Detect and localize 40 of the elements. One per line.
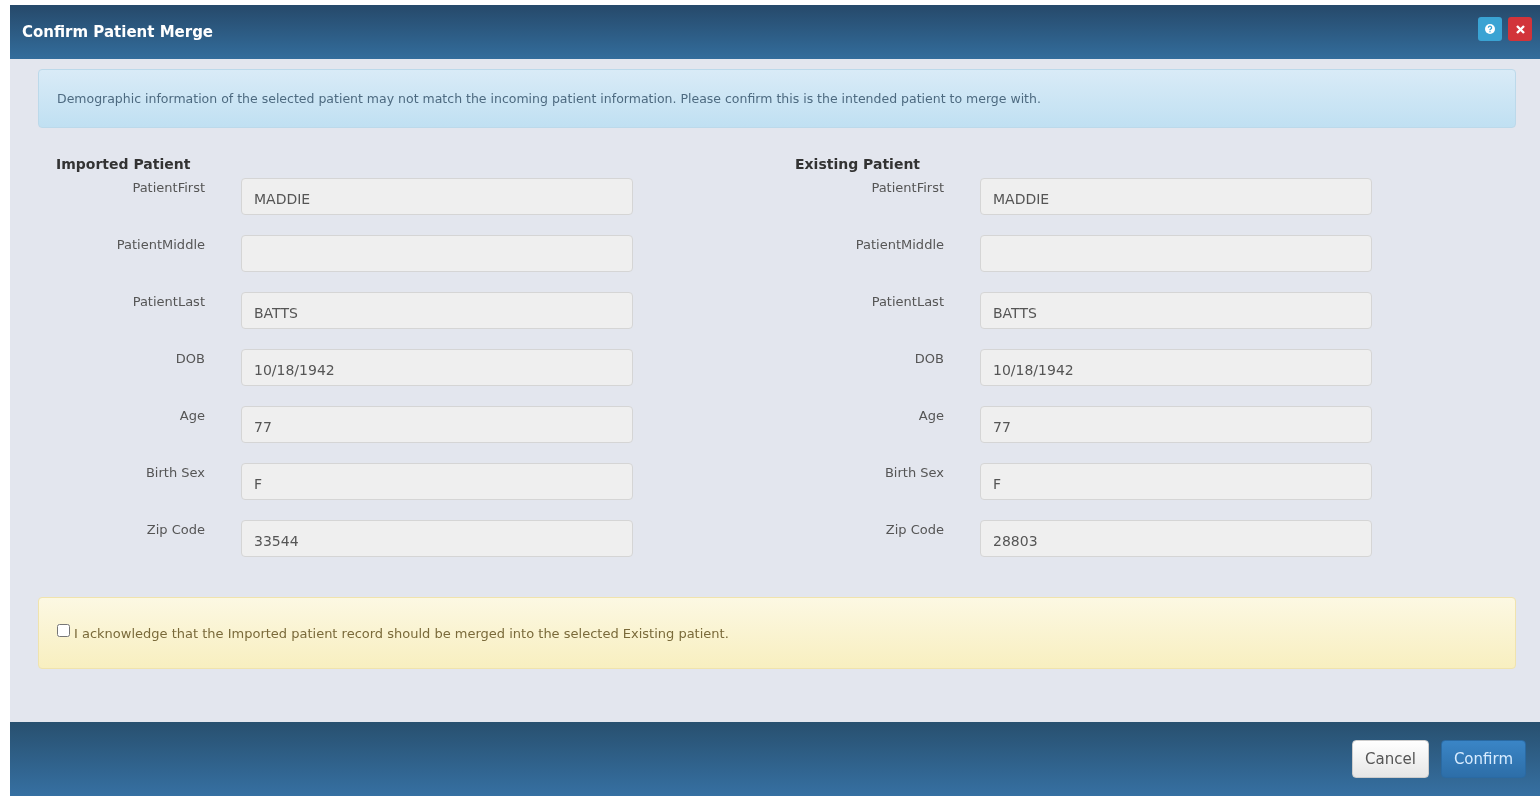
field-label: PatientMiddle — [854, 236, 944, 252]
cancel-button[interactable]: Cancel — [1352, 740, 1429, 778]
input-field[interactable]: 33544 — [241, 520, 633, 557]
field-label: PatientLast — [131, 293, 205, 309]
field-label: DOB — [174, 350, 205, 366]
input-field[interactable] — [241, 235, 633, 272]
input-field[interactable]: BATTS — [980, 292, 1372, 329]
input-field[interactable]: F — [980, 463, 1372, 500]
field-label: PatientMiddle — [115, 236, 205, 252]
section-heading: Existing Patient — [795, 156, 922, 174]
field-label: Age — [178, 407, 205, 423]
input-field[interactable] — [980, 235, 1372, 272]
help-button[interactable] — [1478, 17, 1502, 41]
field-label: Age — [917, 407, 944, 423]
section-heading: Imported Patient — [56, 156, 192, 174]
field-label: Birth Sex — [144, 464, 205, 480]
field-label: DOB — [913, 350, 944, 366]
confirm-button[interactable]: Confirm — [1440, 740, 1526, 778]
field-label: Birth Sex — [883, 464, 944, 480]
input-field[interactable]: F — [241, 463, 633, 500]
close-button[interactable] — [1508, 17, 1532, 41]
acknowledge-text: I acknowledge that the Imported patient record should be merged into the selected Existing patient. — [74, 625, 729, 641]
input-field[interactable]: BATTS — [241, 292, 633, 329]
input-field[interactable]: 10/18/1942 — [241, 349, 633, 386]
input-field[interactable]: 77 — [241, 406, 633, 443]
field-label: Zip Code — [145, 521, 205, 537]
field-label: Zip Code — [884, 521, 944, 537]
field-label: PatientFirst — [870, 179, 944, 195]
input-field[interactable]: MADDIE — [241, 178, 633, 215]
input-field[interactable]: MADDIE — [980, 178, 1372, 215]
field-label: PatientLast — [870, 293, 944, 309]
acknowledge-checkbox[interactable] — [57, 623, 70, 637]
help-icon — [1485, 24, 1495, 34]
window-title: Confirm Patient Merge — [22, 23, 214, 41]
input-field[interactable]: 28803 — [980, 520, 1372, 557]
field-label: PatientFirst — [131, 179, 205, 195]
input-field[interactable]: 77 — [980, 406, 1372, 443]
close-icon — [1515, 24, 1525, 34]
input-field[interactable]: 10/18/1942 — [980, 349, 1372, 386]
alert-text: Demographic information of the selected patient may not match the incoming patient information. Please confirm this is the intended patient to merge with. — [57, 91, 1041, 106]
